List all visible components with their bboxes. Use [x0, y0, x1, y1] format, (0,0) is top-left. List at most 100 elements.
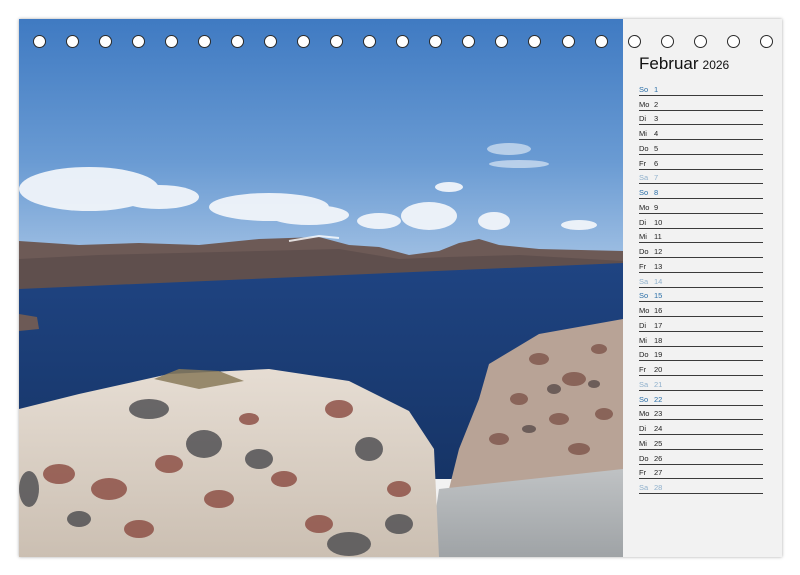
binding-ring: [231, 35, 245, 48]
day-number: 19: [654, 350, 663, 360]
day-row: Do 5: [639, 140, 763, 155]
day-number: 3: [654, 114, 659, 124]
binding-ring: [627, 35, 641, 48]
binding-ring: [33, 35, 46, 48]
day-number: 26: [654, 453, 663, 463]
weekday-label: Do: [639, 453, 649, 463]
day-row: Fr 6: [639, 155, 763, 170]
weekday-label: Fr: [639, 365, 647, 374]
weekday-label: Mi: [639, 232, 647, 242]
day-row: Mo 2: [639, 96, 763, 111]
day-row: Fr 13: [639, 258, 763, 273]
day-row: So 15: [639, 288, 763, 303]
weekday-label: Di: [639, 217, 647, 227]
weekday-label: Fr: [639, 158, 647, 168]
day-row: Do 19: [639, 347, 763, 362]
calendar-header: Februar 2026: [639, 54, 729, 74]
weekday-label: Di: [639, 320, 647, 330]
day-row: Mi 4: [639, 125, 763, 140]
landscape-image: [19, 19, 623, 557]
binding-ring: [759, 35, 773, 48]
weekday-label: So: [639, 291, 649, 301]
day-number: 7: [654, 173, 659, 183]
day-row: Mo 16: [639, 302, 763, 317]
binding-ring: [132, 35, 146, 48]
day-number: 8: [654, 188, 659, 197]
day-number: 22: [654, 394, 663, 404]
binding-rings: [33, 35, 773, 51]
day-number: 5: [654, 143, 659, 153]
day-row: Mi 25: [639, 435, 763, 450]
weekday-label: Sa: [639, 276, 649, 286]
weekday-label: Mi: [639, 438, 647, 448]
day-number: 17: [654, 320, 663, 330]
weekday-label: Do: [639, 143, 649, 153]
binding-ring: [693, 35, 707, 48]
day-row: Mo 9: [639, 199, 763, 214]
weekday-label: Mi: [639, 129, 647, 138]
day-row: Di 10: [639, 214, 763, 229]
binding-ring: [495, 35, 509, 48]
binding-ring: [528, 35, 542, 48]
day-row: Do 26: [639, 450, 763, 465]
weekday-label: Mo: [639, 202, 650, 212]
day-number: 24: [654, 424, 663, 433]
binding-ring: [198, 35, 212, 48]
weekday-label: Fr: [639, 261, 647, 271]
day-row: Fr 27: [639, 465, 763, 480]
year-label: 2026: [702, 58, 730, 72]
weekday-label: So: [639, 188, 649, 197]
weekday-label: Mo: [639, 306, 650, 315]
day-number: 28: [654, 483, 663, 492]
day-number: 15: [654, 291, 663, 301]
binding-ring: [165, 35, 179, 48]
day-number: 23: [654, 409, 663, 419]
calendar-panel: Februar 2026 So 1 Mo 2 Di 3 Mi 4 Do 5 Fr 6 Sa 7 So 8 Mo 9 D…: [623, 19, 782, 557]
weekday-label: Mo: [639, 99, 650, 109]
binding-ring: [594, 35, 608, 48]
day-row: Mi 18: [639, 332, 763, 347]
day-list: So 1 Mo 2 Di 3 Mi 4 Do 5 Fr 6 Sa 7 So 8 Mo 9 Di 10 Mi 11 Do 12 F…: [639, 81, 763, 494]
day-row: Sa 21: [639, 376, 763, 391]
weekday-label: So: [639, 84, 649, 94]
day-row: Di 17: [639, 317, 763, 332]
day-number: 6: [654, 158, 659, 168]
day-number: 10: [654, 217, 663, 227]
day-row: Mi 11: [639, 229, 763, 244]
binding-ring: [297, 35, 311, 48]
binding-ring: [660, 35, 674, 48]
day-row: Sa 7: [639, 170, 763, 185]
binding-ring: [396, 35, 410, 48]
day-number: 4: [654, 129, 659, 138]
binding-ring: [363, 35, 377, 48]
day-number: 13: [654, 261, 663, 271]
binding-ring: [429, 35, 443, 48]
weekday-label: Do: [639, 350, 649, 360]
weekday-label: Fr: [639, 468, 647, 478]
day-number: 25: [654, 438, 663, 448]
day-number: 27: [654, 468, 663, 478]
day-number: 2: [654, 99, 659, 109]
day-number: 18: [654, 335, 663, 345]
calendar-page: Februar 2026 So 1 Mo 2 Di 3 Mi 4 Do 5 Fr 6 Sa 7 So 8 Mo 9 D…: [19, 19, 782, 557]
santorini-photo: [19, 19, 623, 557]
binding-ring: [561, 35, 575, 48]
day-row: Do 12: [639, 243, 763, 258]
weekday-label: Do: [639, 247, 649, 256]
day-row: Mo 23: [639, 406, 763, 421]
day-row: Sa 28: [639, 479, 763, 494]
day-row: Di 24: [639, 420, 763, 435]
binding-ring: [462, 35, 476, 48]
day-row: So 8: [639, 184, 763, 199]
day-row: Di 3: [639, 111, 763, 126]
day-row: So 1: [639, 81, 763, 96]
day-number: 11: [654, 232, 662, 242]
binding-ring: [99, 35, 113, 48]
weekday-label: Sa: [639, 483, 649, 492]
binding-ring: [66, 35, 80, 48]
weekday-label: Di: [639, 424, 647, 433]
weekday-label: Sa: [639, 379, 649, 389]
binding-ring: [264, 35, 278, 48]
weekday-label: Mo: [639, 409, 650, 419]
binding-ring: [726, 35, 740, 48]
